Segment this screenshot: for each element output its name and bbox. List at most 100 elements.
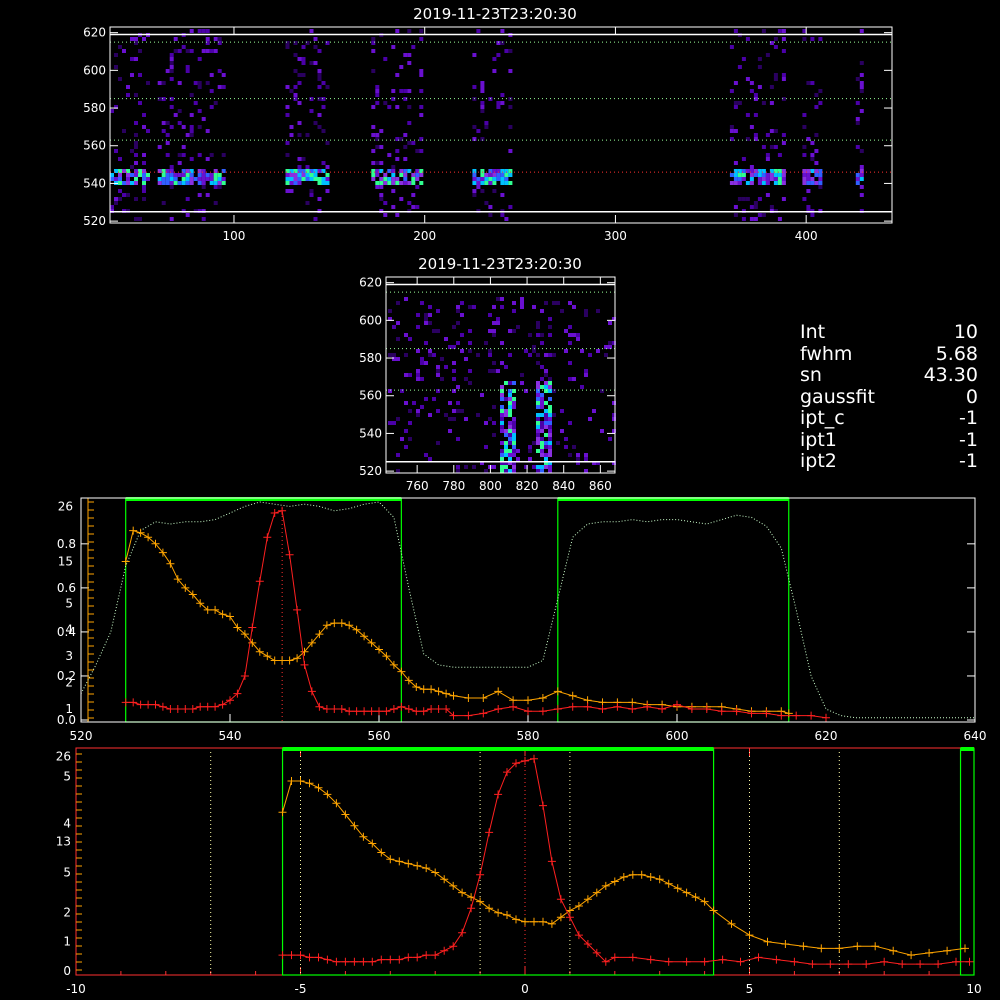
- heatmap-cell: [806, 177, 811, 181]
- heatmap-cell: [157, 81, 162, 85]
- heatmap-cell: [142, 197, 146, 201]
- orange-series-point: [961, 944, 969, 953]
- heatmap-cell: [317, 197, 322, 201]
- red-series-point: [341, 957, 350, 966]
- heatmap-cell: [596, 309, 600, 313]
- heatmap-cell: [729, 125, 734, 129]
- heatmap-cell: [114, 149, 118, 153]
- red-series-point: [568, 702, 577, 711]
- heatmap-cell: [528, 449, 532, 453]
- heatmap-cell: [420, 377, 424, 381]
- heatmap-cell: [468, 369, 472, 373]
- heatmap-cell: [492, 189, 497, 193]
- heatmap-cell: [508, 381, 512, 385]
- heatmap-cell: [134, 145, 138, 149]
- heatmap-cell: [110, 177, 114, 181]
- heatmap-cell: [544, 409, 548, 413]
- red-series-point: [158, 702, 167, 711]
- heatmap-cell: [146, 129, 150, 133]
- heatmap-cell: [504, 465, 508, 469]
- heatmap-cell: [476, 129, 481, 133]
- heatmap-cell: [456, 321, 460, 325]
- heatmap-cell: [548, 409, 552, 413]
- heatmap-cell: [496, 105, 501, 109]
- heatmap-cell: [213, 37, 218, 41]
- red-series-point: [613, 702, 622, 711]
- heatmap-cell: [588, 417, 592, 421]
- heatmap-cell: [391, 205, 396, 209]
- heatmap-cell: [460, 301, 464, 305]
- heatmap-cell: [757, 57, 762, 61]
- orange-series-point: [655, 875, 664, 884]
- readout-value: 43.30: [923, 364, 978, 386]
- red-series-point: [307, 687, 316, 696]
- orange-series-point: [583, 895, 592, 904]
- heatmap-cell: [757, 85, 762, 89]
- heatmap-cell: [548, 417, 552, 421]
- heatmap-cell: [221, 73, 226, 77]
- red-series-point: [509, 702, 518, 711]
- heatmap-cell: [508, 181, 513, 185]
- heatmap-cell: [407, 53, 412, 57]
- heatmap-cell: [810, 141, 815, 145]
- heatmap-cell: [572, 305, 576, 309]
- heatmap-cell: [818, 173, 823, 177]
- heatmap-cell: [285, 85, 290, 89]
- heatmap-cell: [169, 125, 174, 129]
- orange-series-point: [330, 619, 339, 628]
- y-tick-label: 560: [359, 389, 382, 403]
- heatmap-cell: [285, 105, 290, 109]
- red-series-point: [826, 960, 835, 969]
- heatmap-cell: [544, 381, 548, 385]
- heatmap-cell: [209, 73, 214, 77]
- heatmap-cell: [859, 149, 864, 153]
- readout-value: -1: [959, 407, 978, 429]
- heatmap-cell: [388, 421, 392, 425]
- heatmap-cell: [859, 193, 864, 197]
- heatmap-cell: [169, 61, 174, 65]
- heatmap-cell: [508, 441, 512, 445]
- heatmap-cell: [317, 113, 322, 117]
- heatmap-cell: [769, 205, 774, 209]
- heatmap-cell: [504, 173, 509, 177]
- orange-series-point: [925, 948, 934, 957]
- heatmap-cell: [588, 353, 592, 357]
- orange-series-point: [211, 605, 220, 614]
- y-tick-label: 0.8: [57, 537, 76, 551]
- heatmap-cell: [456, 305, 460, 309]
- heatmap-cell: [452, 377, 456, 381]
- x-tick-label: 0: [521, 982, 529, 996]
- heatmap-cell: [110, 205, 114, 209]
- y-tick-label: 620: [359, 276, 382, 290]
- heatmap-cell: [818, 177, 823, 181]
- heatmap-cell: [424, 321, 428, 325]
- heatmap-cell: [472, 177, 477, 181]
- heatmap-cell: [540, 469, 544, 473]
- heatmap-cell: [407, 121, 412, 125]
- heatmap-cell: [388, 353, 392, 357]
- heatmap-cell: [496, 321, 500, 325]
- heatmap-cell: [512, 309, 516, 313]
- heatmap-cell: [548, 385, 552, 389]
- heatmap-cell: [408, 373, 412, 377]
- heatmap-cell: [416, 413, 420, 417]
- red-series-point: [386, 955, 395, 964]
- red-axis-label: 0: [63, 964, 71, 978]
- heatmap-cell: [309, 173, 314, 177]
- heatmap-cell: [375, 101, 380, 105]
- heatmap-cell: [504, 381, 508, 385]
- readout-value: 5.68: [935, 342, 978, 365]
- red-series-point: [467, 904, 476, 913]
- heatmap-cell: [375, 89, 380, 93]
- heatmap-cell: [855, 101, 860, 105]
- heatmap-cell: [806, 189, 811, 193]
- heatmap-cell: [419, 173, 424, 177]
- heatmap-cell: [761, 213, 766, 217]
- heatmap-cell: [415, 185, 420, 189]
- heatmap-cell: [396, 337, 400, 341]
- x-tick-label: 640: [964, 729, 987, 743]
- heatmap-cell: [859, 61, 864, 65]
- heatmap-cell: [777, 173, 782, 177]
- heatmap-cell: [201, 49, 206, 53]
- heatmap-cell: [448, 429, 452, 433]
